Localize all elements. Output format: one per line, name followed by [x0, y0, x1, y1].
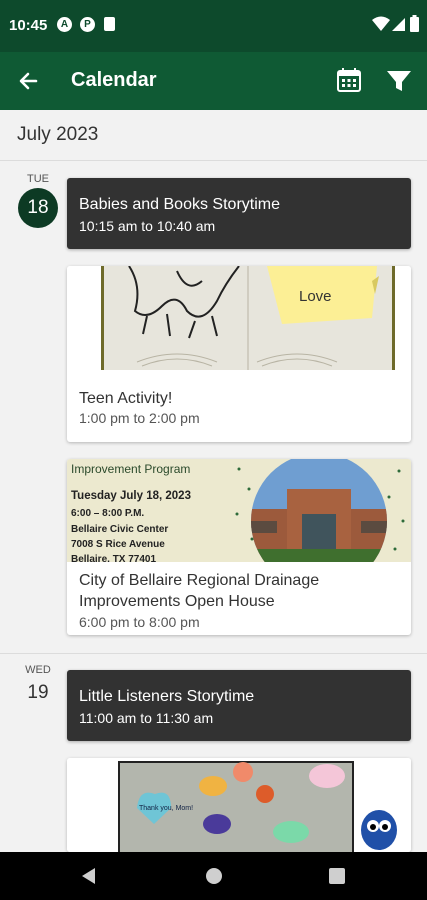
p-icon: P [80, 17, 95, 32]
image-heading: Improvement Program [71, 462, 191, 476]
divider [0, 160, 427, 161]
heart-text: Thank you, Mom! [139, 805, 193, 812]
image-line: Tuesday July 18, 2023 [71, 490, 191, 502]
signal-icon [392, 18, 405, 31]
image-line: 7008 S Rice Avenue [71, 539, 165, 550]
day-of-week: TUE [27, 173, 49, 185]
event-time: 11:00 am to 11:30 am [79, 710, 214, 726]
app-bar: Calendar [0, 52, 427, 110]
event-image: Love [67, 266, 411, 372]
status-time: 10:45 [9, 17, 48, 34]
event-title: Little Listeners Storytime [79, 688, 255, 705]
day-of-week: WED [25, 664, 51, 676]
calendar-icon[interactable] [334, 65, 364, 95]
divider [0, 653, 427, 654]
page-title: Calendar [71, 69, 157, 91]
event-image: Improvement Program Tuesday July 18, 202… [67, 459, 411, 562]
back-arrow-icon[interactable] [14, 66, 44, 96]
note-text: Love [299, 288, 332, 305]
image-line: Bellaire Civic Center [71, 524, 169, 535]
wifi-icon [372, 16, 390, 31]
event-title: Improvements Open House [79, 593, 275, 610]
month-header: July 2023 [17, 124, 99, 145]
event-title: Teen Activity! [79, 390, 173, 407]
home-nav-icon[interactable] [205, 867, 223, 885]
a-icon: A [57, 17, 72, 32]
event-card[interactable]: Thank you, Mom! [67, 758, 411, 852]
event-card[interactable]: Love Teen Activity! 1:00 pm to 2:00 pm [67, 266, 411, 442]
recents-nav-icon[interactable] [329, 868, 345, 884]
back-nav-icon[interactable] [80, 867, 98, 885]
event-time: 1:00 pm to 2:00 pm [79, 410, 200, 426]
event-image: Thank you, Mom! [67, 758, 411, 852]
event-title: Babies and Books Storytime [79, 196, 280, 213]
image-line: 6:00 – 8:00 P.M. [71, 508, 145, 519]
image-line: Bellaire, TX 77401 [71, 554, 157, 562]
system-nav-bar [0, 852, 427, 900]
today-date-badge: 18 [18, 188, 58, 228]
date-label: 19 [27, 682, 49, 703]
status-bar: 10:45 A P [0, 0, 427, 52]
building-photo [235, 459, 405, 562]
battery-icon [410, 15, 419, 32]
sim-icon [104, 17, 115, 31]
event-time: 10:15 am to 10:40 am [79, 218, 216, 234]
filter-icon[interactable] [384, 65, 414, 95]
event-card[interactable]: Improvement Program Tuesday July 18, 202… [67, 459, 411, 635]
event-title: City of Bellaire Regional Drainage [79, 572, 320, 589]
event-time: 6:00 pm to 8:00 pm [79, 614, 200, 630]
event-card[interactable]: Babies and Books Storytime 10:15 am to 1… [67, 178, 411, 249]
event-card[interactable]: Little Listeners Storytime 11:00 am to 1… [67, 670, 411, 741]
